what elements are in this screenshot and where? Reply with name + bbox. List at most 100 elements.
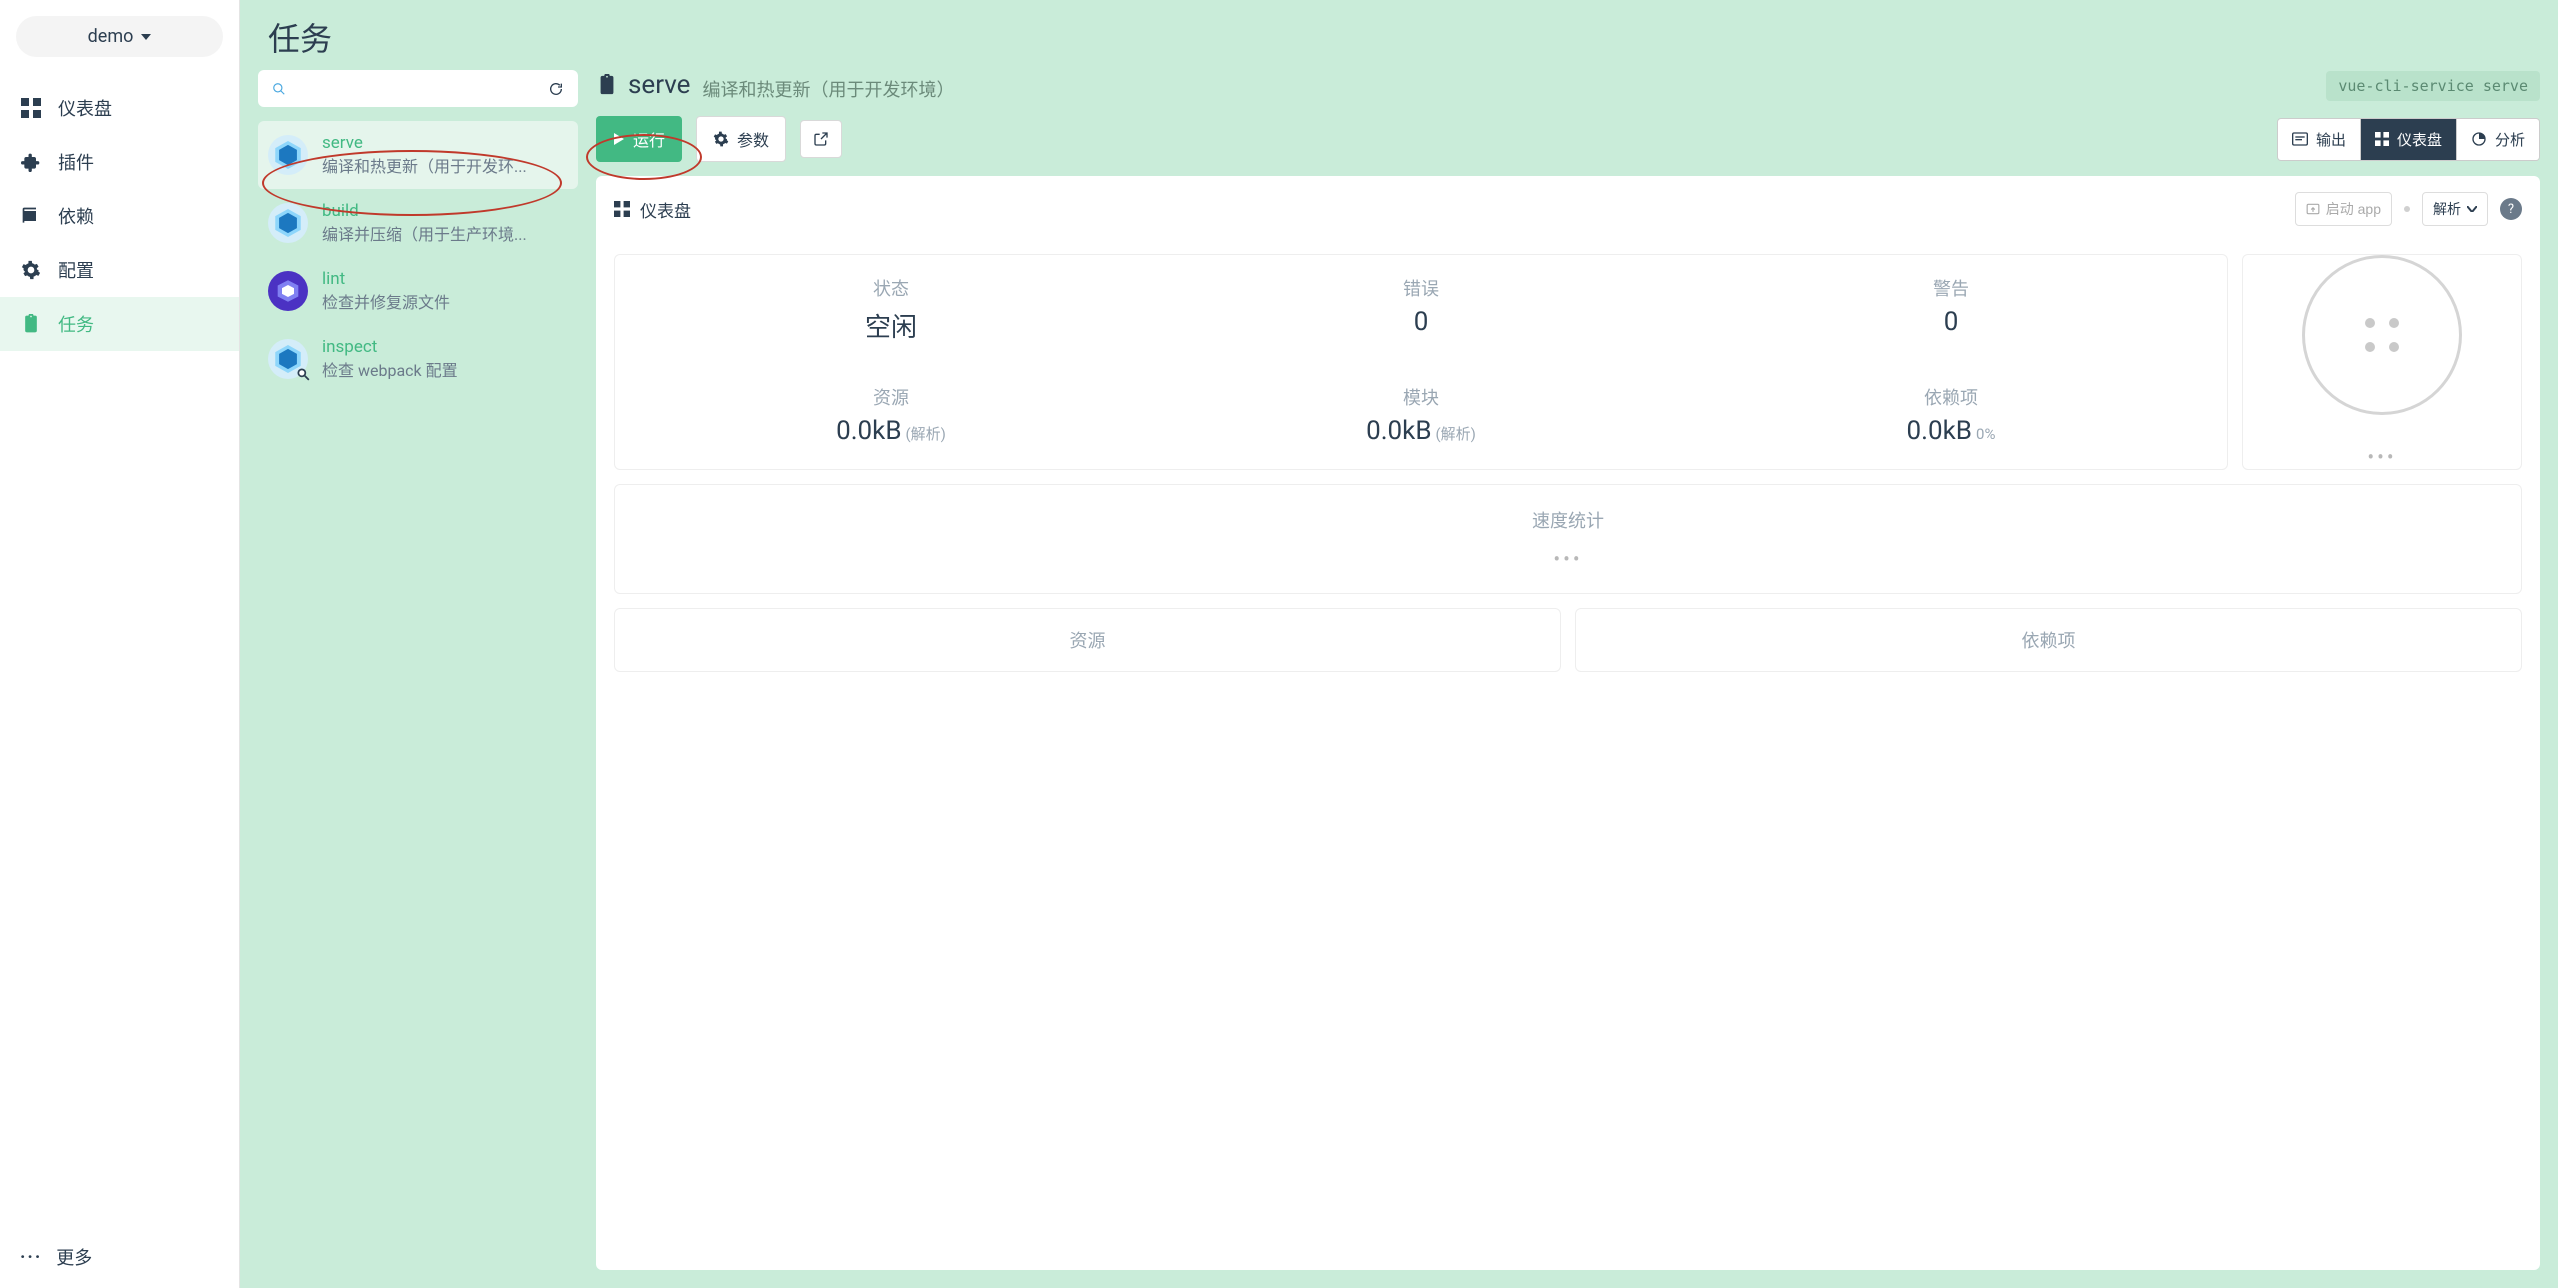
task-detail: serve 编译和热更新（用于开发环境） vue-cli-service ser… <box>596 70 2540 1270</box>
nav-tasks[interactable]: 任务 <box>0 297 239 351</box>
task-name: lint <box>322 269 568 289</box>
nav-plugins[interactable]: 插件 <box>0 135 239 189</box>
bottom-deps-panel: 依赖项 <box>1575 608 2522 672</box>
task-name: serve <box>322 133 568 153</box>
stat-label: 警告 <box>1695 275 2207 301</box>
stat-label: 模块 <box>1165 384 1677 410</box>
nav-more[interactable]: ··· 更多 <box>0 1226 239 1288</box>
nav-label: 依赖 <box>58 203 94 229</box>
speed-title: 速度统计 <box>637 507 2499 533</box>
stat-value: 0 <box>1165 307 1677 337</box>
nav-dashboard[interactable]: 仪表盘 <box>0 81 239 135</box>
view-label: 输出 <box>2316 129 2346 150</box>
view-output[interactable]: 输出 <box>2278 119 2360 160</box>
view-analyze[interactable]: 分析 <box>2456 119 2539 160</box>
dashboard-icon <box>20 97 42 119</box>
command-chip: vue-cli-service serve <box>2326 71 2540 101</box>
donut-chart <box>2302 255 2462 415</box>
detail-subtitle: 编译和热更新（用于开发环境） <box>702 76 954 102</box>
stat-status: 状态 空闲 <box>635 275 1147 344</box>
nav-label: 配置 <box>58 257 94 283</box>
task-name: inspect <box>322 337 568 357</box>
main: 任务 <box>240 0 2558 1288</box>
view-label: 分析 <box>2495 129 2525 150</box>
stat-label: 错误 <box>1165 275 1677 301</box>
params-button[interactable]: 参数 <box>696 116 786 162</box>
ellipsis-icon: ••• <box>2367 445 2396 469</box>
task-desc: 检查 webpack 配置 <box>322 357 568 381</box>
stats-card: 状态 空闲 错误 0 警告 0 <box>614 254 2228 470</box>
chevron-down-icon <box>2467 206 2477 212</box>
eslint-icon <box>268 271 308 311</box>
puzzle-icon <box>20 151 42 173</box>
task-search <box>258 70 578 107</box>
page-header: 任务 <box>240 0 2558 70</box>
stat-value: 0.0kB <box>1907 416 1972 446</box>
stat-modules: 模块 0.0kB (解析) <box>1165 384 1677 446</box>
bottom-assets-panel: 资源 <box>614 608 1561 672</box>
play-icon <box>613 133 625 145</box>
task-item-lint[interactable]: lint 检查并修复源文件 <box>258 257 578 325</box>
stat-warnings: 警告 0 <box>1695 275 2207 344</box>
panel-title: 仪表盘 <box>640 197 691 222</box>
run-label: 运行 <box>633 127 665 151</box>
stat-value: 0 <box>1695 307 2207 337</box>
open-external-icon <box>813 131 829 147</box>
project-name: demo <box>88 26 134 47</box>
task-desc: 检查并修复源文件 <box>322 289 568 313</box>
view-dashboard[interactable]: 仪表盘 <box>2360 119 2456 160</box>
task-item-inspect[interactable]: inspect 检查 webpack 配置 <box>258 325 578 393</box>
launch-label: 启动 app <box>2326 199 2381 219</box>
clipboard-icon <box>20 313 42 335</box>
bottom-label: 依赖项 <box>2022 631 2076 652</box>
task-name: build <box>322 201 568 221</box>
nav-list: 仪表盘 插件 依赖 配置 <box>0 73 239 1226</box>
nav-label: 更多 <box>56 1244 92 1270</box>
action-row: 运行 参数 <box>596 116 2540 162</box>
stat-value: 0.0kB <box>1366 416 1431 446</box>
run-button[interactable]: 运行 <box>596 116 682 162</box>
stat-label: 资源 <box>635 384 1147 410</box>
caret-down-icon <box>141 34 151 40</box>
webpack-search-icon <box>268 339 308 379</box>
search-icon <box>272 82 286 96</box>
output-icon <box>2292 132 2308 146</box>
gear-icon <box>20 259 42 281</box>
project-selector[interactable]: demo <box>16 16 223 57</box>
nav-deps[interactable]: 依赖 <box>0 189 239 243</box>
speed-panel: 速度统计 ••• <box>614 484 2522 594</box>
stat-sub: (解析) <box>1436 425 1476 443</box>
webpack-icon <box>268 135 308 175</box>
help-icon[interactable]: ? <box>2500 198 2522 220</box>
dashboard-icon <box>2375 132 2389 146</box>
dashboard-panel: 仪表盘 启动 app 解析 <box>596 176 2540 1270</box>
separator-dot <box>2404 206 2410 212</box>
search-input[interactable] <box>296 80 538 97</box>
nav-config[interactable]: 配置 <box>0 243 239 297</box>
more-icon: ··· <box>20 1247 42 1268</box>
donut-card: ••• <box>2242 254 2522 470</box>
view-label: 仪表盘 <box>2397 129 2442 150</box>
task-item-build[interactable]: build 编译并压缩（用于生产环境... <box>258 189 578 257</box>
task-item-serve[interactable]: serve 编译和热更新（用于开发环... <box>258 121 578 189</box>
task-list: serve 编译和热更新（用于开发环... build 编译并压缩（用于生产环境… <box>258 121 578 393</box>
params-label: 参数 <box>737 127 769 151</box>
detail-title: serve <box>628 70 690 100</box>
page-title: 任务 <box>268 14 2530 60</box>
stat-label: 状态 <box>635 275 1147 301</box>
nav-label: 任务 <box>58 311 94 337</box>
detail-header: serve 编译和热更新（用于开发环境） vue-cli-service ser… <box>596 70 2540 102</box>
stat-value: 空闲 <box>635 307 1147 344</box>
stat-assets: 资源 0.0kB(解析) <box>635 384 1147 446</box>
clipboard-icon <box>596 74 618 96</box>
bottom-label: 资源 <box>1070 631 1106 652</box>
refresh-icon[interactable] <box>548 81 564 97</box>
gear-icon <box>713 131 729 147</box>
task-desc: 编译和热更新（用于开发环... <box>322 153 568 177</box>
analyze-icon <box>2471 131 2487 147</box>
stat-label: 依赖项 <box>1695 384 2207 410</box>
parse-select[interactable]: 解析 <box>2422 192 2488 226</box>
launch-app-button[interactable]: 启动 app <box>2295 192 2392 226</box>
stat-value: 0.0kB <box>836 416 901 446</box>
open-external-button[interactable] <box>800 120 842 158</box>
